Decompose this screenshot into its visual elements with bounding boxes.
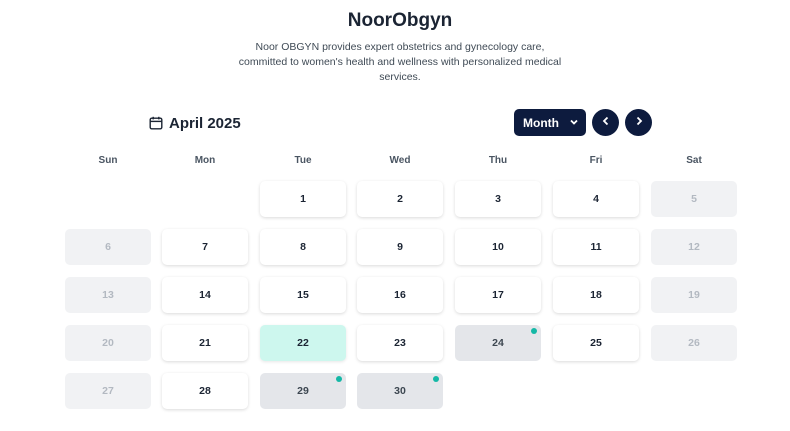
day-number: 11 [590,241,602,253]
chevron-left-icon [600,114,612,132]
page-title: NoorObgyn [347,10,453,31]
day-cell[interactable]: 25 [553,325,639,361]
day-number: 17 [492,289,504,301]
view-select[interactable]: Month [514,109,586,136]
next-month-button[interactable] [625,109,652,136]
day-number: 14 [199,289,211,301]
day-number: 26 [688,337,700,349]
day-cell[interactable]: 15 [260,277,346,313]
day-cell[interactable]: 30 [357,373,443,409]
day-number: 7 [202,241,208,253]
day-cell[interactable]: 22 [260,325,346,361]
day-number: 5 [691,193,697,205]
day-cell[interactable]: 8 [260,229,346,265]
day-number: 2 [397,193,403,205]
day-number: 1 [300,193,306,205]
day-number: 29 [297,385,309,397]
day-number: 27 [102,385,114,397]
calendar-icon [149,116,163,130]
day-cell[interactable]: 7 [162,229,248,265]
view-select-value: Month [523,115,559,130]
day-cell[interactable]: 4 [553,181,639,217]
day-number: 4 [593,193,599,205]
appointment-indicator [531,328,537,334]
current-month: April 2025 [149,114,241,132]
day-cell: 27 [65,373,151,409]
day-number: 19 [688,289,700,301]
chevron-down-icon [569,116,579,130]
day-cell: 13 [65,277,151,313]
day-number: 16 [394,289,406,301]
weekday-thu: Thu [488,155,508,166]
day-cell[interactable]: 10 [455,229,541,265]
day-number: 13 [102,289,114,301]
day-cell[interactable]: 17 [455,277,541,313]
day-number: 9 [397,241,403,253]
day-cell: 26 [651,325,737,361]
day-number: 23 [394,337,406,349]
day-cell[interactable]: 11 [553,229,639,265]
day-cell[interactable]: 2 [357,181,443,217]
day-cell[interactable]: 23 [357,325,443,361]
day-number: 10 [492,241,504,253]
day-cell[interactable]: 14 [162,277,248,313]
weekday-wed: Wed [389,155,411,166]
day-cell: 12 [651,229,737,265]
appointment-indicator [336,376,342,382]
day-number: 24 [492,337,504,349]
day-number: 28 [199,385,211,397]
day-number: 8 [300,241,306,253]
day-number: 15 [297,289,309,301]
day-cell[interactable]: 21 [162,325,248,361]
day-cell[interactable]: 24 [455,325,541,361]
day-number: 30 [394,385,406,397]
day-cell[interactable]: 28 [162,373,248,409]
chevron-right-icon [633,114,645,132]
day-number: 20 [102,337,114,349]
weekday-mon: Mon [194,155,216,166]
day-cell[interactable]: 9 [357,229,443,265]
weekday-fri: Fri [589,155,603,166]
day-number: 18 [590,289,602,301]
day-cell[interactable]: 1 [260,181,346,217]
weekday-sun: Sun [98,155,118,166]
page-description: Noor OBGYN provides expert obstetrics an… [238,41,562,83]
day-number: 25 [590,337,602,349]
weekday-tue: Tue [294,155,312,166]
day-cell[interactable]: 3 [455,181,541,217]
day-cell: 5 [651,181,737,217]
day-number: 3 [495,193,501,205]
day-cell[interactable]: 16 [357,277,443,313]
day-number: 12 [688,241,700,253]
day-cell[interactable]: 29 [260,373,346,409]
day-number: 22 [297,337,309,349]
day-number: 21 [199,337,211,349]
day-cell: 6 [65,229,151,265]
day-cell[interactable]: 18 [553,277,639,313]
weekday-sat: Sat [686,155,702,166]
previous-month-button[interactable] [592,109,619,136]
day-number: 6 [105,241,111,253]
day-cell: 19 [651,277,737,313]
appointment-indicator [433,376,439,382]
month-label-text: April 2025 [169,114,241,132]
day-cell: 20 [65,325,151,361]
